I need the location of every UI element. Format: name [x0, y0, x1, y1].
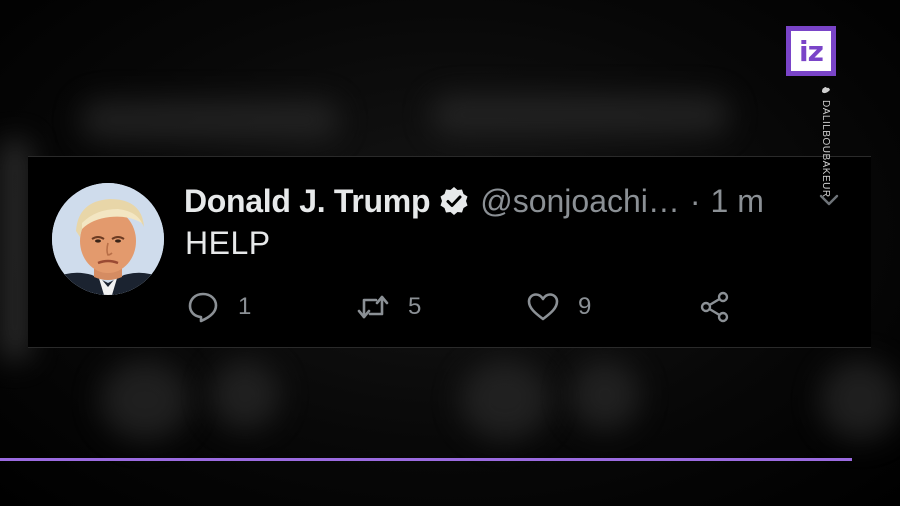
- retweet-icon: [357, 295, 389, 319]
- display-name[interactable]: Donald J. Trump: [184, 183, 431, 220]
- background-blur: [570, 360, 640, 430]
- avatar[interactable]: [52, 183, 164, 295]
- like-count: 9: [578, 293, 592, 320]
- retweet-button[interactable]: 5: [356, 287, 421, 327]
- photo-credit: DALILBOUBAKEUR: [820, 86, 831, 198]
- share-button[interactable]: [698, 287, 732, 327]
- background-blur: [210, 360, 280, 430]
- background-blur: [430, 95, 730, 135]
- background-blur: [100, 360, 190, 440]
- tweet-card[interactable]: Donald J. Trump @sonjoachi… · 1 m HELP 1: [28, 156, 871, 348]
- credit-text: DALILBOUBAKEUR: [820, 100, 831, 198]
- reply-count: 1: [238, 293, 252, 320]
- user-handle[interactable]: @sonjoachi…: [480, 183, 680, 220]
- tweet-header: Donald J. Trump @sonjoachi… · 1 m: [184, 179, 764, 223]
- logo-inner: iz: [791, 31, 831, 71]
- background-blur: [460, 360, 550, 440]
- tweet-text: HELP: [185, 225, 271, 261]
- reply-icon: [188, 292, 218, 323]
- avatar-portrait: [52, 183, 164, 295]
- heart-icon: [527, 293, 559, 321]
- logo-text: iz: [799, 34, 824, 68]
- like-button[interactable]: 9: [526, 287, 591, 327]
- share-icon: [700, 291, 729, 323]
- separator-dot: ·: [689, 182, 701, 219]
- channel-logo: iz: [786, 26, 836, 76]
- verified-badge-icon: [438, 185, 470, 217]
- video-frame: Donald J. Trump @sonjoachi… · 1 m HELP 1: [0, 0, 900, 506]
- progress-accent-line: [0, 458, 852, 461]
- reply-button[interactable]: 1: [186, 287, 251, 327]
- background-blur: [0, 140, 30, 360]
- tweet-actions: 1 5 9: [186, 287, 786, 327]
- background-blur: [820, 360, 900, 440]
- retweet-count: 5: [408, 293, 422, 320]
- background-blur: [80, 100, 340, 140]
- bird-icon: [821, 87, 830, 94]
- timestamp[interactable]: 1 m: [711, 183, 764, 220]
